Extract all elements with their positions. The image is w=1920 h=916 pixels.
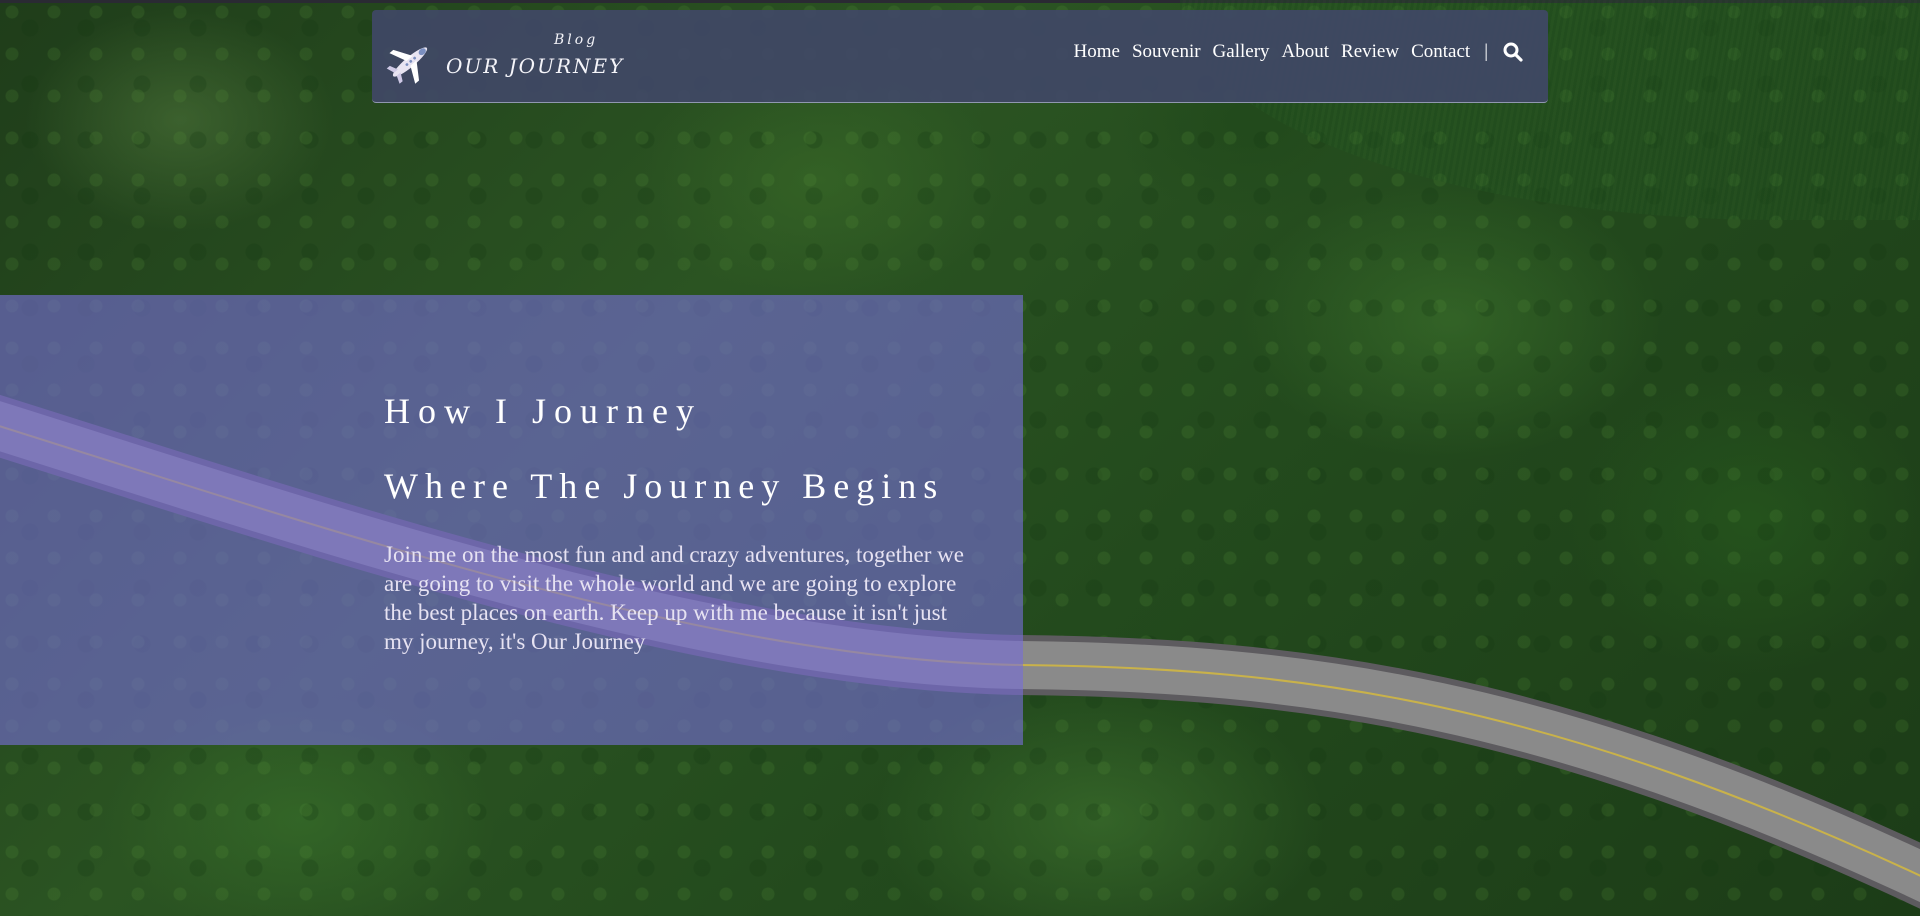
- nav-souvenir[interactable]: Souvenir: [1132, 41, 1201, 63]
- nav-separator: |: [1484, 41, 1488, 62]
- hero-subtitle: Where The Journey Begins: [384, 466, 945, 506]
- page: Blog OUR JOURNEY Home Souvenir Gallery A…: [0, 0, 1920, 916]
- hero-description: Join me on the most fun and and crazy ad…: [384, 542, 964, 654]
- nav-home[interactable]: Home: [1074, 41, 1120, 63]
- brand-tagline: Blog: [554, 32, 599, 48]
- nav-about[interactable]: About: [1282, 41, 1330, 63]
- nav-review[interactable]: Review: [1341, 41, 1399, 63]
- nav-gallery[interactable]: Gallery: [1213, 41, 1270, 63]
- navbar: Blog OUR JOURNEY Home Souvenir Gallery A…: [372, 10, 1548, 103]
- hero-panel: How I Journey Where The Journey Begins J…: [0, 295, 1023, 745]
- main-nav: Home Souvenir Gallery About Review Conta…: [1062, 40, 1525, 64]
- hero-title: How I Journey: [384, 391, 702, 431]
- airplane-icon: [386, 38, 434, 86]
- brand-logo[interactable]: Blog OUR JOURNEY: [386, 24, 622, 88]
- nav-contact[interactable]: Contact: [1411, 41, 1470, 63]
- brand-name: OUR JOURNEY: [446, 54, 625, 78]
- search-icon[interactable]: [1502, 41, 1524, 63]
